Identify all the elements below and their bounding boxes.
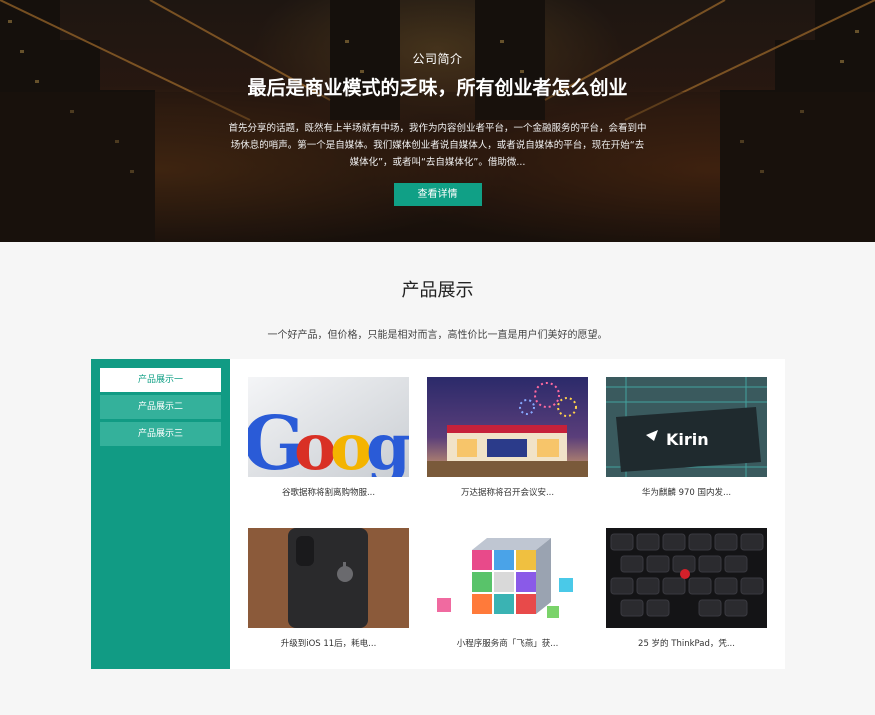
tab-product-1[interactable]: 产品展示一 (100, 368, 221, 392)
hero-description: 首先分享的话题，既然有上半场就有中场，我作为内容创业者平台，一个金融服务的平台，… (228, 123, 647, 168)
iphone-back-image (248, 528, 409, 628)
product-caption: 25 岁的 ThinkPad，凭... (638, 639, 735, 649)
thinkpad-keyboard-image (606, 528, 767, 628)
svg-text:Kirin: Kirin (666, 430, 709, 449)
hero-title: 最后是商业模式的乏味，所有创业者怎么创业 (247, 77, 628, 99)
svg-text:g: g (366, 410, 409, 477)
product-card[interactable]: 25 岁的 ThinkPad，凭... (606, 528, 767, 669)
product-caption: 小程序服务商「飞燕」获... (456, 639, 559, 649)
product-caption: 升级到iOS 11后，耗电... (280, 639, 377, 649)
product-caption: 华为麒麟 970 国内发... (641, 488, 732, 498)
app-cube-image (427, 528, 588, 628)
hero-kicker: 公司简介 (412, 52, 463, 66)
hero-content: 公司简介 最后是商业模式的乏味，所有创业者怎么创业 首先分享的话题，既然有上半场… (0, 50, 875, 206)
product-grid: G o o g 谷歌据称将割离购物服... 万达据称将召开会议安... Kiri… (230, 359, 785, 669)
view-details-button[interactable]: 查看详情 (393, 183, 482, 206)
product-card[interactable]: G o o g 谷歌据称将割离购物服... (248, 377, 409, 518)
product-caption: 万达据称将召开会议安... (460, 488, 555, 498)
tab-product-3[interactable]: 产品展示三 (100, 422, 221, 446)
google-logo-image: G o o g (248, 377, 409, 477)
tab-product-2[interactable]: 产品展示二 (100, 395, 221, 419)
product-panel: 产品展示一 产品展示二 产品展示三 G o o g 谷歌据称将割离购物服... (91, 359, 785, 669)
product-card[interactable]: 万达据称将召开会议安... (427, 377, 588, 518)
product-card[interactable]: 小程序服务商「飞燕」获... (427, 528, 588, 669)
product-card[interactable]: Kirin 华为麒麟 970 国内发... (606, 377, 767, 518)
product-caption: 谷歌据称将割离购物服... (281, 488, 376, 498)
product-card[interactable]: 升级到iOS 11后，耗电... (248, 528, 409, 669)
products-subtitle: 一个好产品，但价格，只能是相对而言，高性价比一直是用户们美好的愿望。 (267, 330, 608, 341)
product-sidebar: 产品展示一 产品展示二 产品展示三 (91, 359, 230, 669)
hero-banner: 公司简介 最后是商业模式的乏味，所有创业者怎么创业 首先分享的话题，既然有上半场… (0, 0, 875, 242)
kirin-chip-image: Kirin (606, 377, 767, 477)
products-title: 产品展示 (401, 280, 474, 301)
wanda-plaza-image (427, 377, 588, 477)
